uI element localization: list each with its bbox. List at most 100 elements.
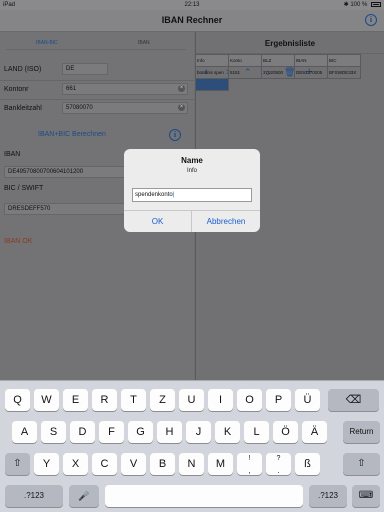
table-cell: [229, 79, 262, 91]
bluetooth-icon: ✱: [343, 2, 349, 8]
clock: 22:13: [184, 2, 200, 8]
key-k[interactable]: K: [215, 421, 240, 443]
key-j[interactable]: J: [186, 421, 211, 443]
info-icon[interactable]: i: [169, 129, 181, 141]
table-header-row: Info Konto BLZ IBAN BIC: [195, 54, 361, 67]
key-exclaim-comma[interactable]: ! ,: [237, 453, 262, 475]
backspace-icon: ⌫: [345, 394, 362, 406]
key-p[interactable]: P: [266, 389, 291, 411]
key-z[interactable]: Z: [150, 389, 175, 411]
key-r[interactable]: R: [92, 389, 117, 411]
shift-key[interactable]: ⇧: [5, 453, 30, 475]
column-header: Konto: [228, 54, 262, 67]
key-e[interactable]: E: [63, 389, 88, 411]
info-icon[interactable]: i: [365, 14, 377, 26]
column-header: BIC: [327, 54, 361, 67]
key-f[interactable]: F: [99, 421, 124, 443]
account-label: Kontonr: [4, 86, 29, 93]
bank-code-field[interactable]: 57080070: [62, 102, 188, 114]
table-cell[interactable]: bündnis spen: [195, 66, 229, 79]
column-header: BLZ: [261, 54, 295, 67]
ok-button[interactable]: OK: [124, 211, 192, 232]
key-question-label: ?: [276, 455, 281, 462]
key-y[interactable]: Y: [34, 453, 59, 475]
key-x[interactable]: X: [63, 453, 88, 475]
key-a[interactable]: A: [12, 421, 37, 443]
table-cell[interactable]: 37020500: [261, 66, 295, 79]
divider: [0, 80, 194, 81]
key-d[interactable]: D: [70, 421, 95, 443]
key-u[interactable]: U: [179, 389, 204, 411]
validation-status: IBAN OK: [4, 238, 33, 245]
selected-cell[interactable]: [195, 78, 229, 91]
battery-indicator: ✱ 100 %: [344, 0, 381, 10]
key-c[interactable]: C: [92, 453, 117, 475]
compute-iban-bic-link[interactable]: IBAN+BIC Berechnen: [38, 131, 106, 138]
table-cell[interactable]: DE93370205: [294, 66, 328, 79]
key-i[interactable]: I: [208, 389, 233, 411]
key-l[interactable]: L: [244, 421, 269, 443]
dialog-title: Name: [181, 156, 203, 165]
column-header: IBAN: [294, 54, 328, 67]
screen: { "status_bar": { "carrier": "iPad", "ti…: [0, 0, 384, 512]
bic-label: BIC / SWIFT: [4, 185, 44, 192]
key-h[interactable]: H: [157, 421, 182, 443]
dialog-message: Info: [186, 168, 197, 174]
mode-segmented-control: IBAN-BIC IBAN: [6, 38, 186, 50]
key-w[interactable]: W: [34, 389, 59, 411]
key-o[interactable]: O: [237, 389, 262, 411]
key-sz[interactable]: ß: [295, 453, 320, 475]
numbers-key[interactable]: .?123: [5, 485, 63, 507]
key-period-label: .: [277, 466, 280, 475]
table-row[interactable]: bündnis spen 5151 37020500 DE93370205 BF…: [195, 66, 361, 79]
name-input[interactable]: spendenkonto|: [132, 188, 252, 202]
name-input-value: spendenkonto: [135, 192, 173, 198]
iban-label: IBAN: [4, 151, 21, 158]
tab-iban[interactable]: IBAN: [138, 40, 150, 46]
text-cursor: |: [172, 192, 175, 198]
key-t[interactable]: T: [121, 389, 146, 411]
table-cell: [295, 79, 328, 91]
table-cell[interactable]: BFSWDE33X: [327, 66, 361, 79]
key-q[interactable]: Q: [5, 389, 30, 411]
column-header: Info: [195, 54, 229, 67]
key-s[interactable]: S: [41, 421, 66, 443]
numbers-key-right[interactable]: .?123: [309, 485, 347, 507]
results-title: Ergebnisliste: [264, 39, 316, 48]
table-row[interactable]: [195, 78, 361, 91]
key-v[interactable]: V: [121, 453, 146, 475]
key-g[interactable]: G: [128, 421, 153, 443]
backspace-key[interactable]: ⌫: [328, 389, 379, 411]
space-bar[interactable]: [105, 485, 303, 507]
return-key[interactable]: Return: [343, 421, 380, 443]
battery-label: 100 %: [350, 2, 368, 8]
clear-icon[interactable]: ×: [178, 85, 185, 92]
shift-icon: ⇧: [13, 458, 22, 469]
name-alert-dialog: Name Info spendenkonto| OK Abbrechen: [124, 149, 260, 232]
key-ae[interactable]: Ä: [302, 421, 327, 443]
clear-icon[interactable]: ×: [178, 104, 185, 111]
dictation-key[interactable]: 🎤: [69, 485, 99, 507]
nav-bar: IBAN Rechner i: [0, 10, 384, 32]
key-question-period[interactable]: ? .: [266, 453, 291, 475]
country-label: LAND (ISO): [4, 66, 42, 73]
battery-icon: [371, 1, 381, 7]
hide-keyboard-key[interactable]: ⌨: [352, 485, 380, 507]
key-exclaim-label: !: [248, 455, 251, 462]
key-comma-label: ,: [248, 466, 251, 475]
app-title: IBAN Rechner: [161, 15, 223, 25]
status-bar: iPad 22:13 ✱ 100 %: [0, 0, 384, 10]
tab-iban-bic[interactable]: IBAN-BIC: [36, 40, 58, 46]
key-ue[interactable]: Ü: [295, 389, 320, 411]
divider: [0, 99, 194, 100]
key-b[interactable]: B: [150, 453, 175, 475]
shift-icon: ⇧: [357, 458, 366, 469]
shift-key-right[interactable]: ⇧: [343, 453, 380, 475]
country-field[interactable]: DE: [62, 63, 108, 75]
key-m[interactable]: M: [208, 453, 233, 475]
key-oe[interactable]: Ö: [273, 421, 298, 443]
account-field[interactable]: 661: [62, 83, 188, 95]
key-n[interactable]: N: [179, 453, 204, 475]
cancel-button[interactable]: Abbrechen: [192, 211, 260, 232]
table-cell[interactable]: 5151: [228, 66, 262, 79]
